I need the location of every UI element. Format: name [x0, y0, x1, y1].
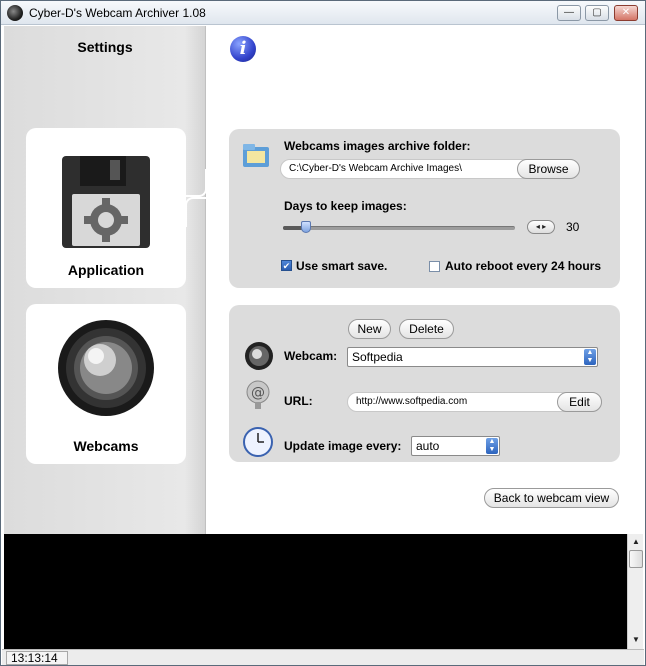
- close-button[interactable]: ✕: [614, 5, 638, 21]
- clock-icon: [243, 427, 273, 457]
- floppy-gear-icon: [62, 156, 150, 248]
- at-sign-icon: @: [246, 380, 270, 409]
- maximize-button[interactable]: ▢: [585, 5, 609, 21]
- folder-icon: [243, 144, 269, 167]
- auto-reboot-checkbox[interactable]: [429, 261, 440, 272]
- log-scrollbar[interactable]: ▲ ▼: [627, 534, 643, 649]
- webcam-select[interactable]: Softpedia ▲ ▼: [347, 347, 598, 367]
- webcam-select-value: Softpedia: [352, 350, 403, 364]
- new-webcam-button[interactable]: New: [348, 319, 391, 339]
- window-title: Cyber-D's Webcam Archiver 1.08: [29, 6, 206, 20]
- webcam-icon: [245, 342, 273, 370]
- smart-save-checkbox[interactable]: ✔: [281, 260, 292, 271]
- camera-lens-icon: [58, 320, 154, 416]
- info-icon[interactable]: i: [230, 36, 256, 62]
- days-to-keep-label: Days to keep images:: [284, 199, 407, 213]
- title-bar: Cyber-D's Webcam Archiver 1.08 — ▢ ✕: [1, 1, 645, 25]
- app-logo-icon: [7, 5, 23, 21]
- update-interval-label: Update image every:: [284, 439, 402, 453]
- scroll-up-icon[interactable]: ▲: [629, 535, 643, 549]
- scroll-down-icon[interactable]: ▼: [629, 633, 643, 647]
- browse-button[interactable]: Browse: [517, 159, 580, 179]
- webcam-label: Webcam:: [284, 349, 338, 363]
- update-interval-select[interactable]: auto ▲ ▼: [411, 436, 500, 456]
- dropdown-arrow-icon: ▲ ▼: [486, 438, 498, 454]
- sidebar-item-label: Application: [67, 262, 145, 278]
- sidebar-item-label: Webcams: [73, 438, 139, 454]
- delete-webcam-button[interactable]: Delete: [399, 319, 454, 339]
- status-time: 13:13:14: [6, 651, 68, 665]
- app-window: Cyber-D's Webcam Archiver 1.08 — ▢ ✕ Set…: [0, 0, 646, 666]
- url-label: URL:: [284, 394, 313, 408]
- sidebar-item-application[interactable]: Application: [26, 128, 186, 288]
- svg-text:@: @: [251, 385, 265, 401]
- update-interval-value: auto: [416, 439, 440, 453]
- sidebar-item-webcams[interactable]: Webcams: [26, 304, 186, 464]
- minimize-button[interactable]: —: [557, 5, 581, 21]
- dropdown-arrow-icon: ▲ ▼: [584, 349, 596, 365]
- smart-save-label: Use smart save.: [296, 259, 388, 273]
- edit-url-button[interactable]: Edit: [557, 392, 602, 412]
- log-panel: [4, 534, 627, 649]
- sidebar: Settings Application Webcams: [4, 26, 206, 534]
- connector: [183, 169, 207, 197]
- scroll-thumb[interactable]: [629, 550, 643, 568]
- archive-folder-label: Webcams images archive folder:: [284, 139, 471, 153]
- sidebar-title: Settings: [77, 39, 133, 55]
- connector: [185, 197, 231, 227]
- auto-reboot-label: Auto reboot every 24 hours: [445, 259, 602, 273]
- days-stepper[interactable]: ◂ ▸: [527, 220, 555, 234]
- days-slider-track[interactable]: [283, 226, 515, 230]
- status-bar: 13:13:14: [2, 649, 644, 665]
- days-slider-thumb[interactable]: [301, 221, 312, 233]
- days-value: 30: [566, 220, 580, 234]
- back-to-webcam-view-button[interactable]: Back to webcam view: [484, 488, 619, 508]
